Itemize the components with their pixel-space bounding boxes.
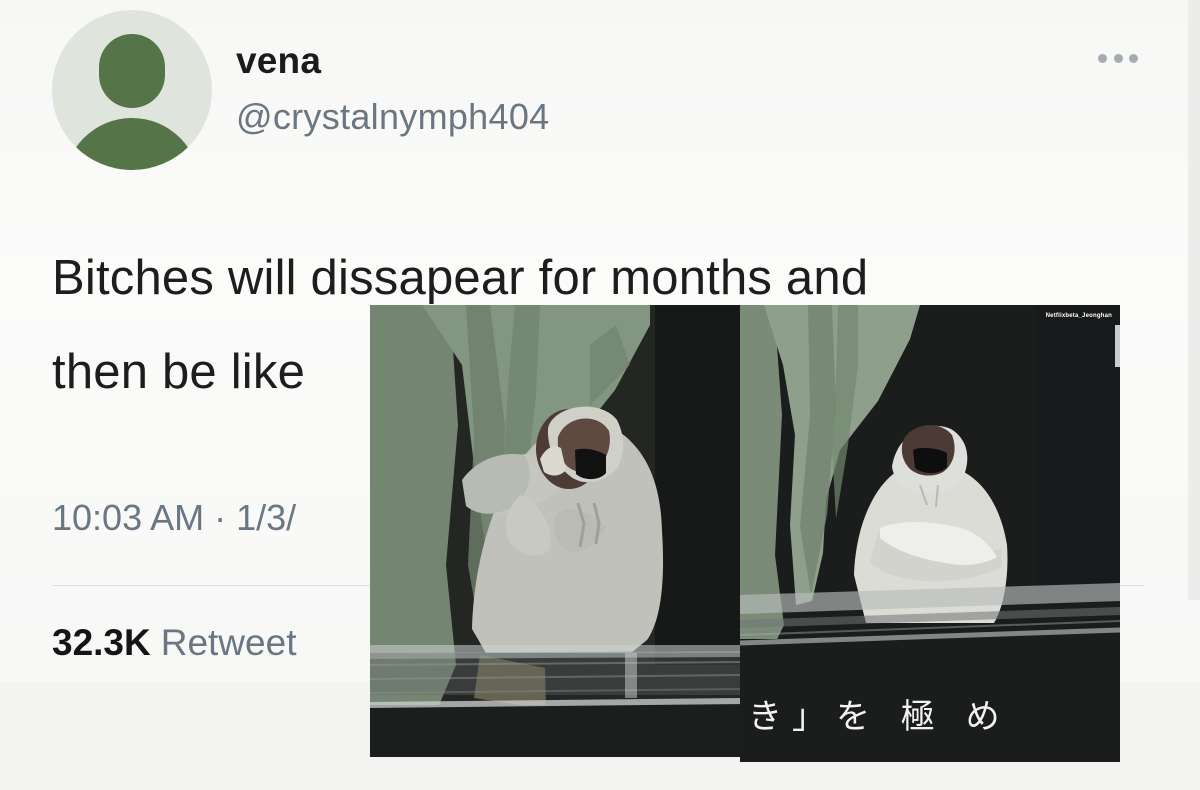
photo-sign-text: き」を 極 め	[748, 697, 1010, 737]
tweet-timestamp[interactable]: 10:03 AM · 1/3/	[52, 497, 296, 539]
default-avatar-icon	[99, 34, 165, 108]
more-options-icon[interactable]	[1098, 50, 1138, 66]
retweet-count: 32.3K	[52, 622, 151, 663]
retweet-stats[interactable]: 32.3K Retweet	[52, 622, 296, 664]
display-name[interactable]: vena	[236, 40, 321, 82]
user-handle[interactable]: @crystalnymph404	[236, 96, 549, 138]
tweet-text-line-2: then be like	[52, 345, 306, 399]
dot-icon	[1098, 53, 1107, 63]
tweet-screenshot: vena @crystalnymph404 Bitches will dissa…	[0, 0, 1200, 790]
dot-icon	[1129, 53, 1138, 63]
retweet-label: Retweet	[160, 622, 297, 663]
photo-left-image	[370, 305, 740, 757]
default-avatar-body	[64, 118, 200, 170]
attached-photo-right[interactable]: Netflixbeta_Jeonghan き」を 極 め	[740, 305, 1120, 762]
dot-icon	[1113, 53, 1123, 63]
attached-photo-left[interactable]	[370, 305, 740, 757]
profile-avatar[interactable]	[52, 10, 212, 170]
tweet-text-line-1: Bitches will dissapear for months and	[52, 251, 869, 305]
photo-watermark: Netflixbeta_Jeonghan	[1045, 313, 1112, 319]
scrollbar-edge	[1188, 0, 1200, 600]
